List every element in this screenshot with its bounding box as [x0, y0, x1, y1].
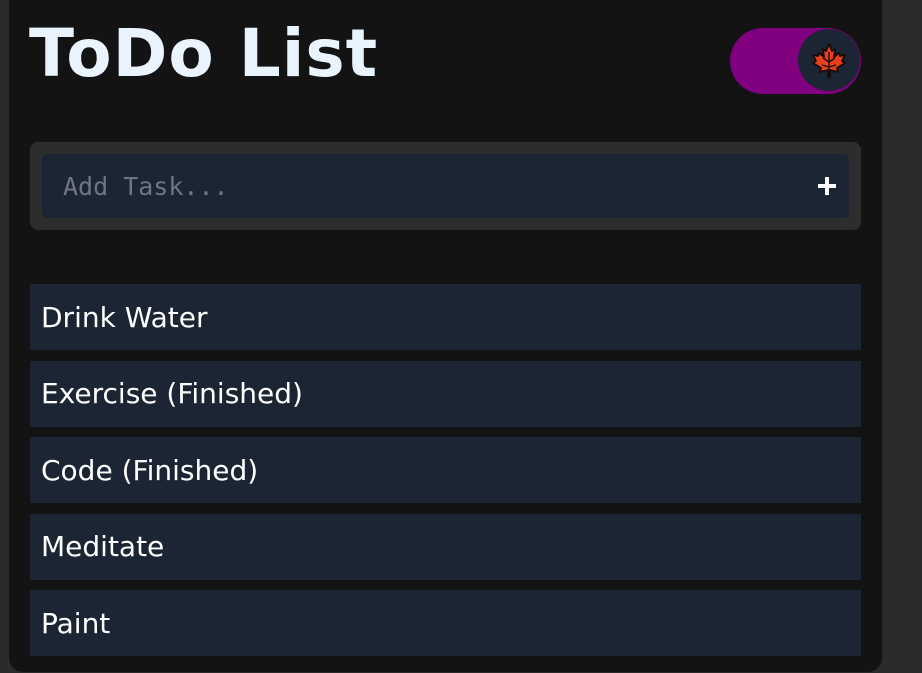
- theme-toggle[interactable]: [730, 28, 861, 94]
- add-task-form: [30, 142, 861, 230]
- task-item[interactable]: Drink Water: [30, 284, 861, 350]
- todo-app: ToDo List Drink Water Exercise (Finished…: [9, 0, 882, 672]
- task-item[interactable]: Meditate: [30, 513, 861, 580]
- task-item[interactable]: Paint: [30, 590, 861, 656]
- maple-leaf-icon: [812, 43, 846, 78]
- task-item[interactable]: Exercise (Finished): [30, 360, 861, 427]
- add-task-button[interactable]: [809, 168, 845, 204]
- toggle-knob[interactable]: [798, 29, 860, 91]
- plus-icon: [818, 177, 836, 195]
- page-title: ToDo List: [29, 15, 379, 92]
- task-list: Drink Water Exercise (Finished) Code (Fi…: [30, 284, 861, 667]
- add-task-input[interactable]: [42, 154, 849, 218]
- task-item[interactable]: Code (Finished): [30, 437, 861, 503]
